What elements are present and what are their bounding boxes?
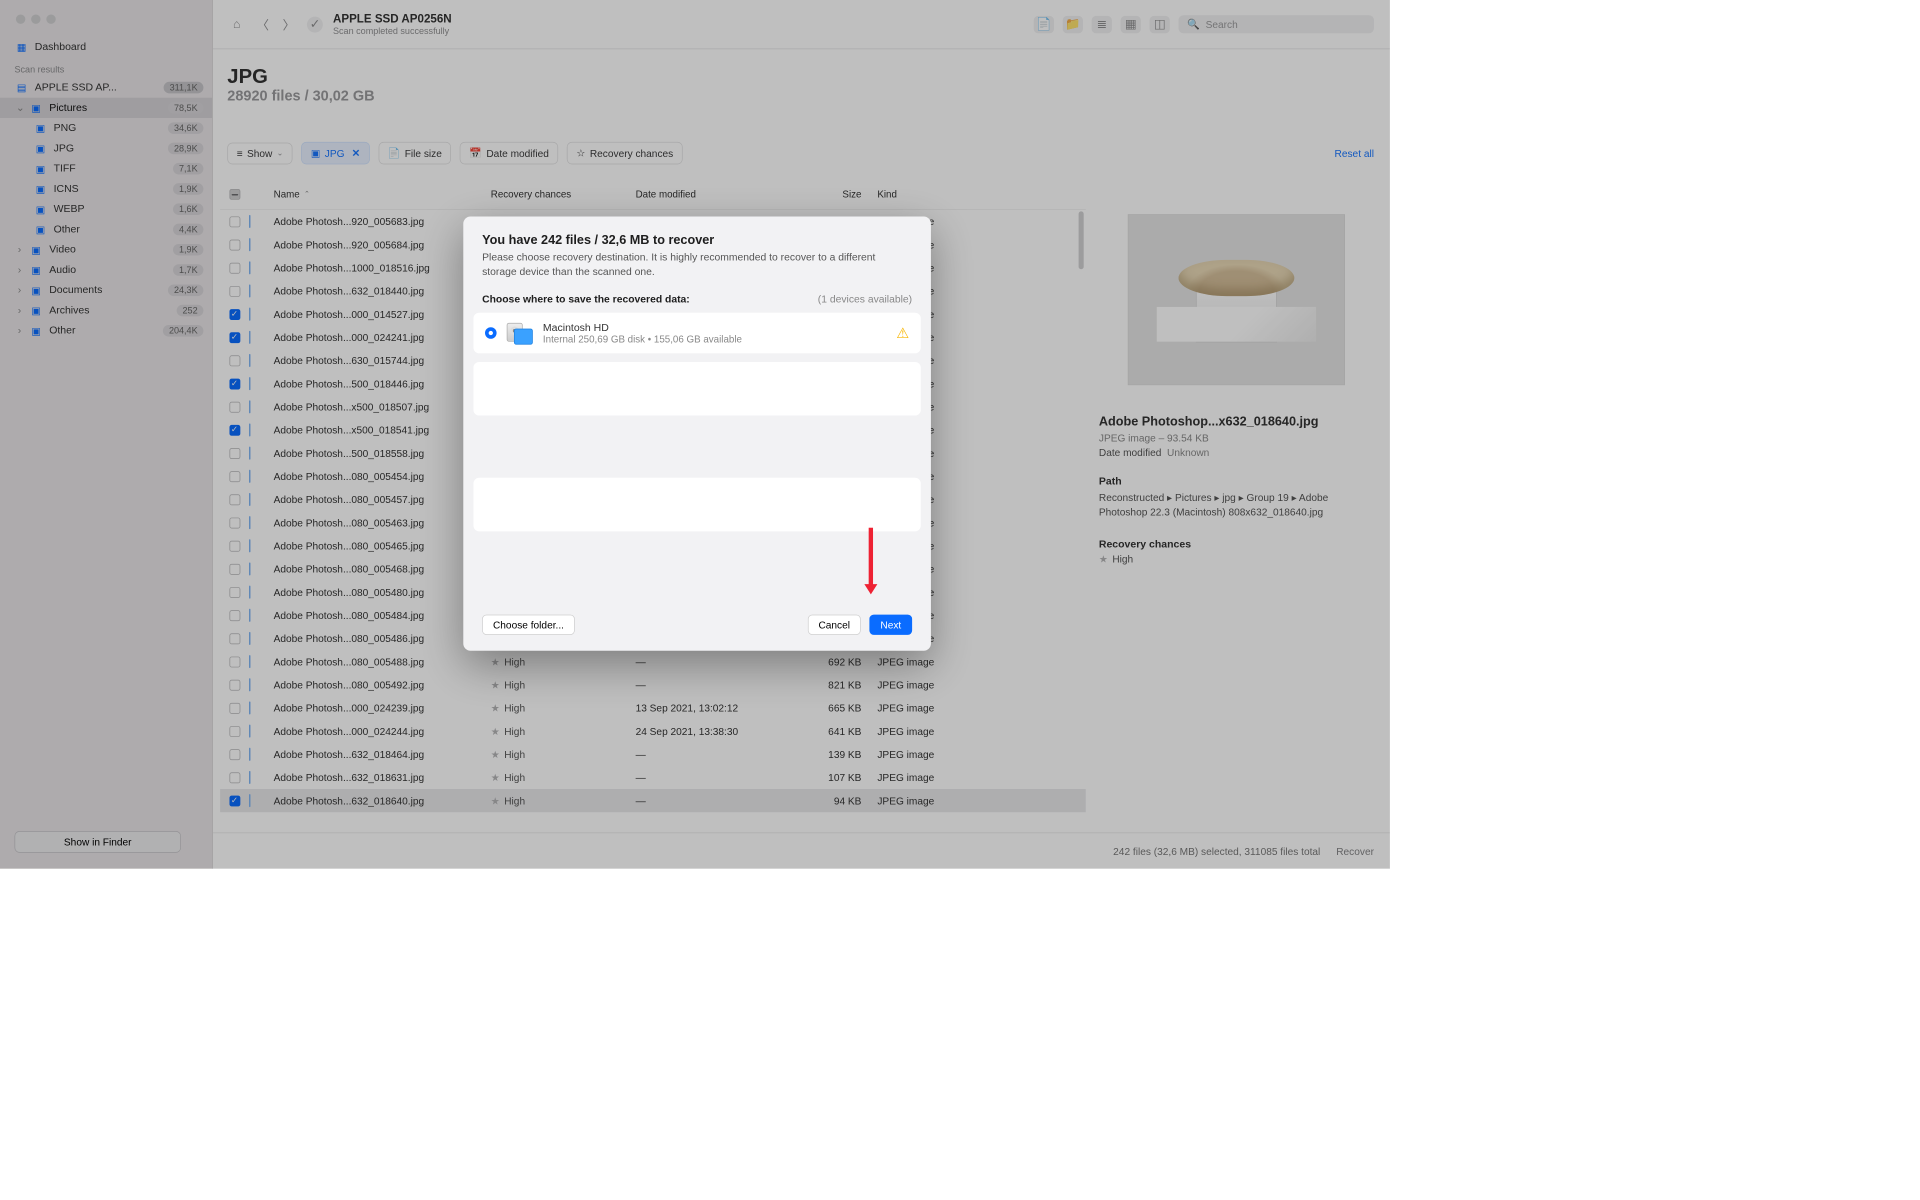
annotation-arrow-icon (869, 528, 873, 586)
destination-placeholder (473, 362, 920, 416)
devices-count: (1 devices available) (818, 294, 912, 306)
destination-name: Macintosh HD (543, 322, 742, 334)
warning-icon: ⚠︎ (896, 324, 909, 342)
recovery-destination-dialog: You have 242 files / 32,6 MB to recover … (463, 216, 931, 650)
destination-placeholder (473, 478, 920, 532)
internal-disk-icon (507, 321, 533, 344)
dialog-buttons: Choose folder... Cancel Next (463, 604, 931, 650)
destination-list: Macintosh HD Internal 250,69 GB disk • 1… (463, 313, 931, 605)
radio-selected-icon[interactable] (485, 327, 497, 339)
next-button[interactable]: Next (870, 615, 913, 635)
destination-option[interactable]: Macintosh HD Internal 250,69 GB disk • 1… (473, 313, 920, 354)
choose-folder-button[interactable]: Choose folder... (482, 615, 575, 635)
dialog-header: You have 242 files / 32,6 MB to recover … (463, 216, 931, 285)
cancel-button[interactable]: Cancel (808, 615, 861, 635)
destination-info: Internal 250,69 GB disk • 155,06 GB avai… (543, 333, 742, 344)
dialog-subheader: Choose where to save the recovered data:… (463, 285, 931, 313)
dialog-description: Please choose recovery destination. It i… (482, 250, 912, 279)
dialog-title: You have 242 files / 32,6 MB to recover (482, 232, 912, 247)
choose-label: Choose where to save the recovered data: (482, 294, 690, 306)
